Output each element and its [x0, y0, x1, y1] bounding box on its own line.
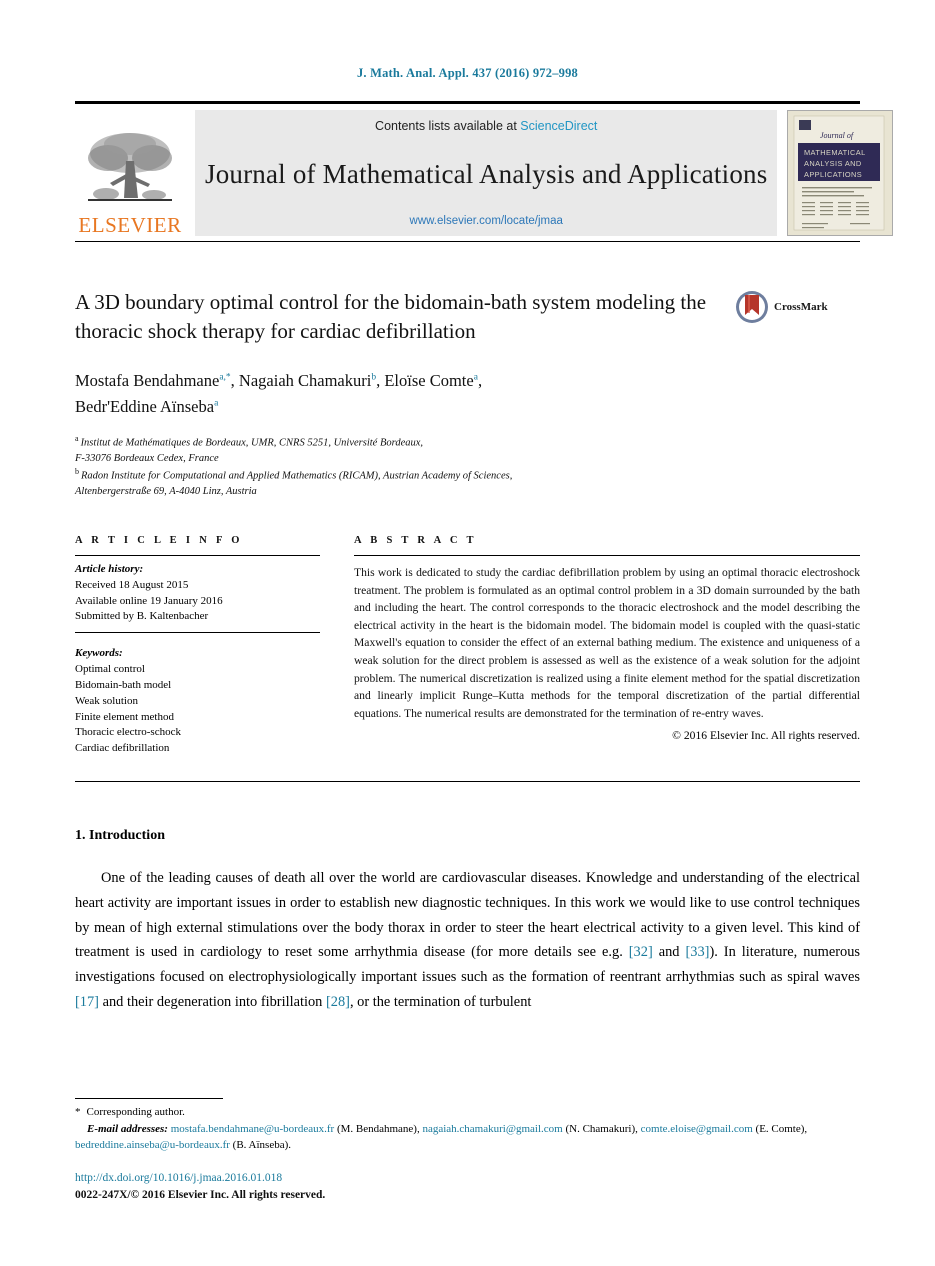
- author-name: Nagaiah Chamakuri: [238, 370, 372, 390]
- contents-prefix: Contents lists available at: [375, 119, 521, 133]
- author-list: Mostafa Bendahmanea,*, Nagaiah Chamakuri…: [75, 368, 860, 419]
- abstract-text: This work is dedicated to study the card…: [354, 565, 860, 720]
- author-name: Eloïse Comte: [384, 370, 474, 390]
- svg-text:Journal of: Journal of: [820, 131, 855, 140]
- svg-text:ANALYSIS AND: ANALYSIS AND: [804, 159, 862, 168]
- affiliation-item-cont: Altenbergerstraße 69, A-4040 Linz, Austr…: [75, 484, 860, 499]
- abstract-bottom-divider: [75, 781, 860, 783]
- affiliation-item-cont: F-33076 Bordeaux Cedex, France: [75, 451, 860, 466]
- corresponding-author-note: * Corresponding author.: [75, 1104, 860, 1121]
- affiliation-item: b Radon Institute for Computational and A…: [75, 466, 860, 484]
- keyword-item: Cardiac defibrillation: [75, 742, 170, 755]
- affiliation-text: Institut de Mathématiques de Bordeaux, U…: [80, 437, 424, 449]
- running-head: J. Math. Anal. Appl. 437 (2016) 972–998: [356, 66, 578, 80]
- author-line-1: Mostafa Bendahmanea,*, Nagaiah Chamakuri…: [75, 370, 483, 390]
- keyword-item: Optimal control: [75, 663, 145, 676]
- journal-cover-thumbnail: Journal of MATHEMATICAL ANALYSIS AND APP…: [787, 110, 894, 236]
- affiliation-text: Radon Institute for Computational and Ap…: [81, 470, 513, 482]
- author-affil-mark: a: [214, 398, 219, 408]
- page-footnote-area: * Corresponding author. E-mail addresses:…: [75, 1098, 860, 1204]
- author-affil-mark: a: [473, 372, 478, 383]
- history-item: Submitted by B. Kaltenbacher: [75, 610, 209, 623]
- abstract-heading: A B S T R A C T: [354, 534, 477, 546]
- keyword-item: Weak solution: [75, 694, 138, 707]
- intro-text-mid: and their degeneration into fibrillation: [98, 993, 326, 1010]
- abstract-copyright: © 2016 Elsevier Inc. All rights reserved…: [672, 729, 860, 743]
- keywords-block: Keywords: Optimal control Bidomain-bath …: [75, 640, 320, 757]
- affiliation-text: Altenbergerstraße 69, A-4040 Linz, Austr…: [75, 485, 257, 497]
- elsevier-wordmark: ELSEVIER: [78, 213, 182, 237]
- citation-ref[interactable]: [32]: [629, 944, 653, 960]
- affiliation-text: F-33076 Bordeaux Cedex, France: [75, 452, 219, 464]
- doi-block: http://dx.doi.org/10.1016/j.jmaa.2016.01…: [75, 1170, 860, 1205]
- email-person: (M. Bendahmane),: [334, 1122, 423, 1135]
- email-addresses-note: E-mail addresses: mostafa.bendahmane@u-b…: [75, 1121, 860, 1154]
- history-item: Available online 19 January 2016: [75, 594, 223, 607]
- affiliation-item: a Institut de Mathématiques de Bordeaux, …: [75, 433, 860, 451]
- article-history-block: Article history: Received 18 August 2015…: [75, 556, 320, 625]
- intro-text-post: , or the termination of turbulent: [349, 993, 532, 1010]
- crossmark-label: CrossMark: [774, 301, 828, 313]
- email-person: (N. Chamakuri),: [562, 1122, 641, 1135]
- introduction-paragraph: One of the leading causes of death all o…: [75, 866, 860, 1015]
- elsevier-logo: ELSEVIER: [75, 110, 185, 236]
- affiliation-list: a Institut de Mathématiques de Bordeaux, …: [75, 433, 860, 499]
- crossmark-icon: [736, 291, 768, 323]
- cover-art-icon: Journal of MATHEMATICAL ANALYSIS AND APP…: [788, 111, 891, 235]
- sciencedirect-link[interactable]: ScienceDirect: [520, 119, 597, 133]
- svg-text:APPLICATIONS: APPLICATIONS: [804, 170, 862, 179]
- journal-title: Journal of Mathematical Analysis and App…: [205, 158, 768, 189]
- history-item: Received 18 August 2015: [75, 578, 189, 591]
- author-affil-mark: b: [371, 372, 377, 383]
- page-title: A 3D boundary optimal control for the bi…: [75, 290, 707, 343]
- citation-ref[interactable]: [33]: [685, 944, 709, 960]
- intro-text-mid: and: [652, 944, 686, 961]
- email-label: E-mail addresses:: [87, 1122, 168, 1135]
- email-link[interactable]: nagaiah.chamakuri@gmail.com: [422, 1123, 562, 1135]
- keyword-item: Thoracic electro-schock: [75, 726, 181, 739]
- svg-text:MATHEMATICAL: MATHEMATICAL: [804, 148, 866, 157]
- email-link[interactable]: mostafa.bendahmane@u-bordeaux.fr: [171, 1123, 334, 1135]
- author-affil-mark: a,*: [219, 372, 231, 383]
- keyword-item: Bidomain-bath model: [75, 678, 172, 691]
- corresponding-author-text: Corresponding author.: [86, 1106, 185, 1118]
- email-person: (E. Comte),: [752, 1122, 808, 1135]
- footnote-rule: [75, 1098, 223, 1099]
- article-history-label: Article history:: [75, 562, 144, 575]
- journal-url-link[interactable]: www.elsevier.com/locate/jmaa: [410, 215, 563, 227]
- email-link[interactable]: bedreddine.ainseba@u-bordeaux.fr: [75, 1139, 230, 1151]
- article-info-heading: A R T I C L E I N F O: [75, 534, 243, 546]
- email-person: (B. Aïnseba).: [229, 1139, 292, 1151]
- citation-ref[interactable]: [28]: [326, 994, 350, 1010]
- author-line-2: Bedr'Eddine Aïnsebaa: [75, 394, 860, 420]
- keyword-item: Finite element method: [75, 710, 174, 723]
- crossmark-badge[interactable]: CrossMark: [735, 290, 828, 324]
- journal-masthead: ELSEVIER Contents lists available at Sci…: [75, 101, 894, 242]
- issn-copyright-line: 0022-247X/© 2016 Elsevier Inc. All right…: [75, 1188, 326, 1201]
- author-name: Bedr'Eddine Aïnseba: [75, 396, 215, 416]
- section-heading-introduction: 1. Introduction: [75, 828, 165, 844]
- masthead-center-panel: Contents lists available at ScienceDirec…: [195, 110, 778, 236]
- article-info-column: A R T I C L E I N F O Article history: R…: [75, 535, 320, 757]
- citation-ref[interactable]: [17]: [75, 994, 99, 1010]
- elsevier-tree-icon: [88, 133, 172, 201]
- author-name: Mostafa Bendahmane: [75, 370, 220, 390]
- contents-available-line: Contents lists available at ScienceDirec…: [375, 119, 597, 133]
- info-abstract-section: A R T I C L E I N F O Article history: R…: [75, 535, 860, 757]
- paper-page: J. Math. Anal. Appl. 437 (2016) 972–998: [0, 0, 935, 1266]
- doi-link[interactable]: http://dx.doi.org/10.1016/j.jmaa.2016.01…: [75, 1170, 860, 1187]
- email-link[interactable]: comte.eloise@gmail.com: [641, 1123, 753, 1135]
- abstract-column: A B S T R A C T This work is dedicated t…: [354, 535, 860, 757]
- title-block: A 3D boundary optimal control for the bi…: [75, 288, 860, 346]
- corresponding-author-mark: *: [75, 1106, 81, 1118]
- keywords-label: Keywords:: [75, 647, 123, 660]
- keywords-rule: [75, 632, 320, 634]
